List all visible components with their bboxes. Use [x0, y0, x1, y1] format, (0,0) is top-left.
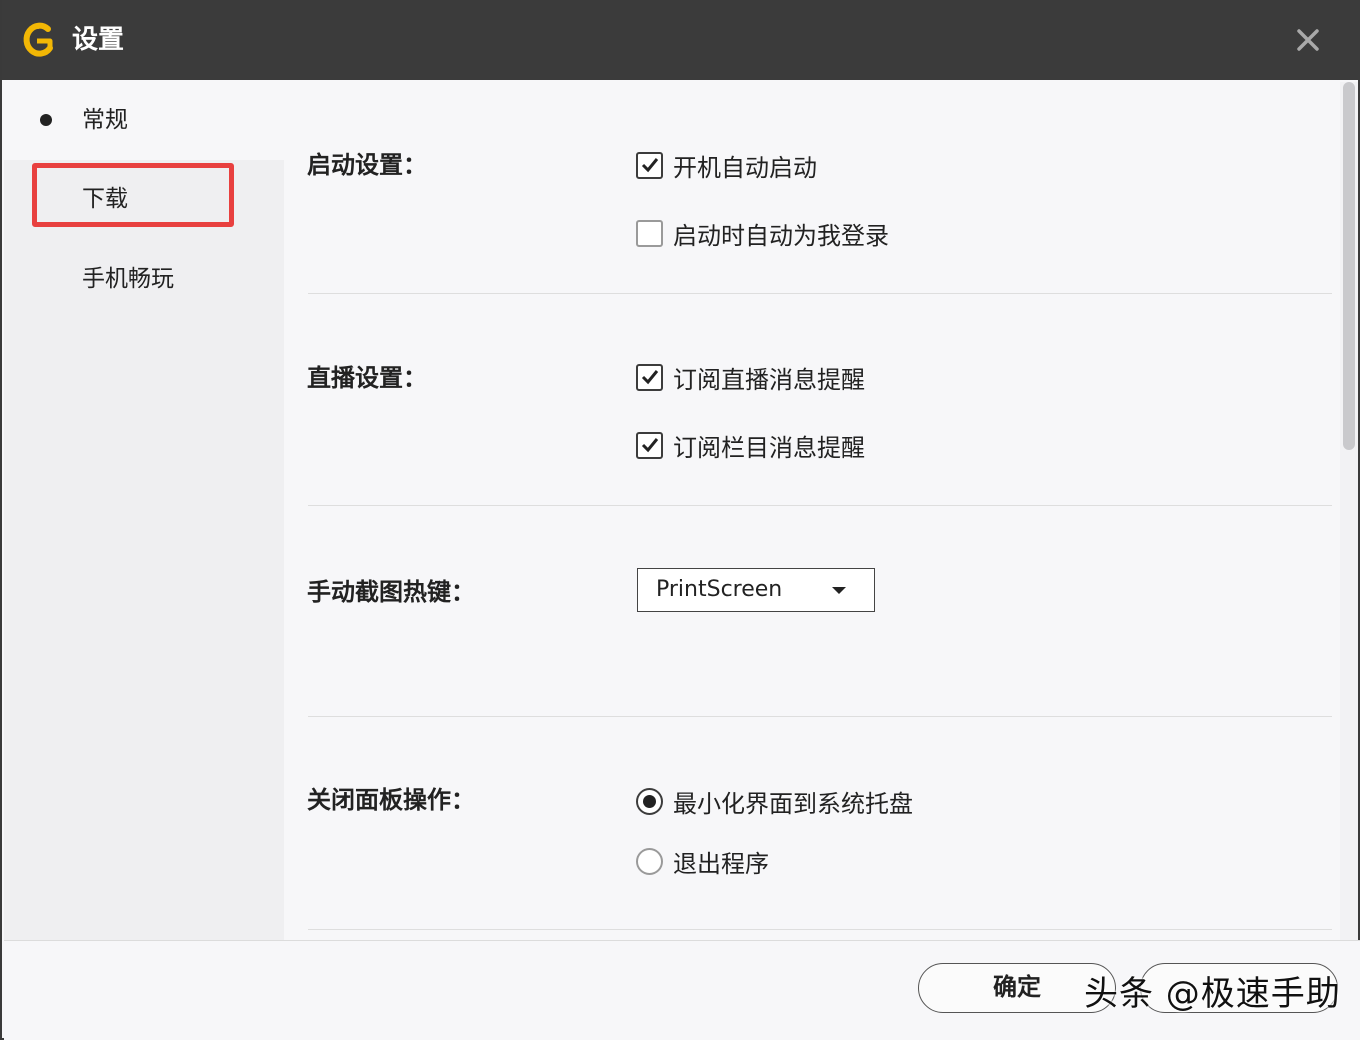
section-divider — [308, 293, 1332, 294]
section-divider — [308, 929, 1332, 930]
column-reminder-checkbox[interactable]: 订阅栏目消息提醒 — [636, 425, 865, 465]
hotkey-value: PrintScreen — [656, 577, 783, 602]
red-highlight-annotation — [32, 163, 234, 227]
live-section-label: 直播设置： — [307, 364, 427, 392]
checkbox-unchecked-icon — [636, 219, 663, 247]
bullet-icon — [40, 114, 52, 126]
column-reminder-label: 订阅栏目消息提醒 — [673, 433, 865, 462]
startup-section-label: 启动设置： — [307, 151, 427, 179]
settings-sidebar: 常规 下载 手机畅玩 — [4, 80, 284, 940]
minimize-to-tray-label: 最小化界面到系统托盘 — [673, 789, 913, 818]
live-reminder-label: 订阅直播消息提醒 — [673, 365, 865, 394]
checkbox-checked-icon — [636, 363, 663, 391]
auto-start-label: 开机自动启动 — [673, 153, 817, 182]
chevron-down-icon — [832, 587, 846, 594]
sidebar-item-download[interactable]: 下载 — [82, 179, 128, 219]
title-bar: 设置 — [2, 0, 1360, 80]
radio-selected-icon — [636, 787, 663, 815]
sidebar-item-general[interactable]: 常规 — [82, 100, 128, 140]
exit-program-label: 退出程序 — [673, 849, 769, 878]
settings-window: 设置 常规 下载 手机畅玩 启动设置： 开机自动启动 启动时自动为我登录 直播设… — [0, 0, 1360, 1040]
exit-program-radio[interactable]: 退出程序 — [636, 841, 769, 881]
window-title: 设置 — [72, 25, 125, 55]
close-icon[interactable] — [1290, 22, 1326, 58]
minimize-to-tray-radio[interactable]: 最小化界面到系统托盘 — [636, 781, 913, 821]
checkbox-checked-icon — [636, 431, 663, 459]
screenshot-hotkey-label: 手动截图热键： — [307, 578, 475, 606]
auto-start-checkbox[interactable]: 开机自动启动 — [636, 145, 817, 185]
auto-login-label: 启动时自动为我登录 — [673, 221, 889, 250]
section-divider — [308, 505, 1332, 506]
checkbox-checked-icon — [636, 151, 663, 179]
app-g-logo-icon — [23, 22, 53, 57]
screenshot-hotkey-select[interactable]: PrintScreen — [637, 568, 875, 612]
radio-unselected-icon — [636, 847, 663, 875]
close-panel-label: 关闭面板操作： — [307, 786, 475, 814]
auto-login-checkbox[interactable]: 启动时自动为我登录 — [636, 213, 889, 253]
section-divider — [308, 716, 1332, 717]
scrollbar-thumb[interactable] — [1343, 82, 1355, 450]
watermark-text: 头条 @极速手助 — [1084, 974, 1341, 1014]
sidebar-item-mobile-play[interactable]: 手机畅玩 — [82, 259, 174, 299]
live-reminder-checkbox[interactable]: 订阅直播消息提醒 — [636, 357, 865, 397]
